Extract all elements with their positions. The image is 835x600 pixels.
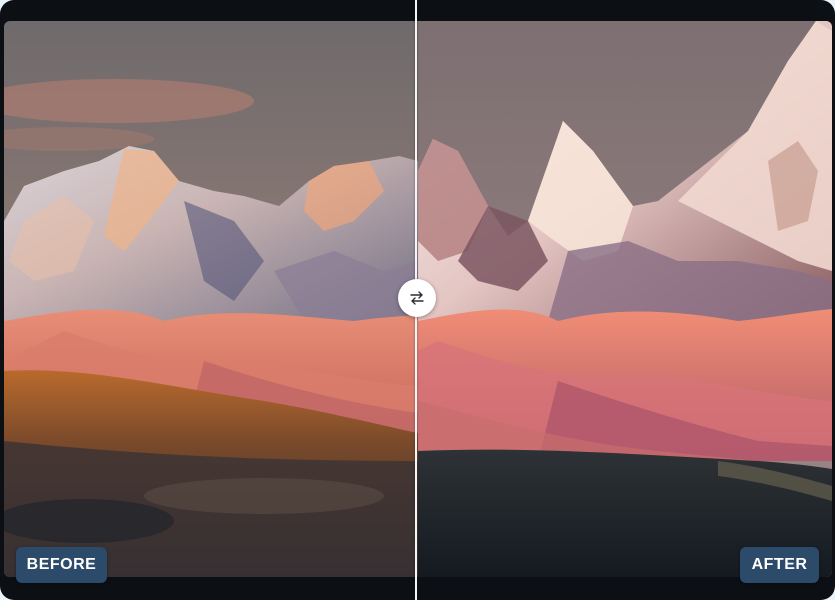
before-label: BEFORE bbox=[16, 547, 107, 583]
after-label: AFTER bbox=[740, 547, 819, 583]
after-photo bbox=[418, 21, 832, 577]
swap-arrows-icon bbox=[410, 291, 424, 305]
before-image bbox=[4, 21, 418, 577]
before-photo bbox=[4, 21, 418, 577]
after-image bbox=[418, 21, 832, 577]
comparison-slider-handle[interactable] bbox=[398, 279, 436, 317]
image-comparison-frame: BEFORE AFTER bbox=[0, 0, 835, 600]
